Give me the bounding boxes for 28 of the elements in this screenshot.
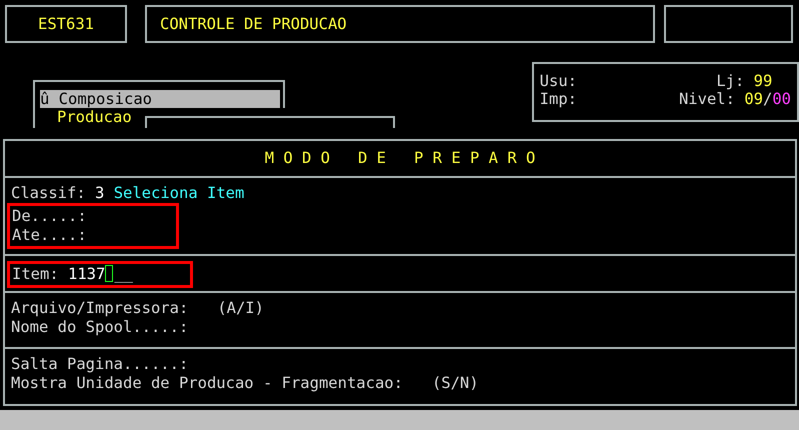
- user-label: Usu:: [540, 72, 577, 90]
- store-label: Lj:: [716, 72, 744, 90]
- menu-item[interactable]: Producao: [35, 108, 132, 126]
- printer-label: Imp:: [540, 90, 577, 108]
- field-label: Salta Pagina......:: [11, 354, 188, 374]
- menu-item[interactable]: û Composicao: [40, 90, 280, 108]
- field-hint: (S/N): [432, 374, 479, 393]
- classif-label: Classif:: [11, 184, 86, 203]
- form-title: M O D O D E P R E P A R O: [264, 149, 536, 168]
- field-label: De.....:: [12, 206, 87, 226]
- program-code: EST631: [38, 15, 94, 33]
- field-label: Ate....:: [12, 226, 87, 245]
- store-value: 99: [754, 72, 772, 90]
- field-label: Nome do Spool.....:: [11, 318, 188, 338]
- field-label: Mostra Unidade de Producao - Fragmentacao:: [11, 374, 403, 393]
- level-sub-value: 00: [772, 90, 791, 108]
- field-hint: (A/I): [217, 299, 264, 318]
- field-label: Arquivo/Impressora:: [11, 299, 188, 318]
- classif-description: Seleciona Item: [114, 184, 244, 203]
- item-label: Item:: [12, 264, 59, 284]
- classif-value: 3: [95, 184, 104, 203]
- text-cursor: [105, 264, 114, 282]
- level-separator: /: [762, 90, 772, 108]
- level-value: 09: [744, 90, 763, 108]
- screen-title: CONTROLE DE PRODUCAO: [160, 15, 347, 33]
- level-label: Nivel:: [678, 90, 735, 108]
- item-value: 1137: [68, 264, 106, 284]
- input-filler: __: [114, 264, 134, 284]
